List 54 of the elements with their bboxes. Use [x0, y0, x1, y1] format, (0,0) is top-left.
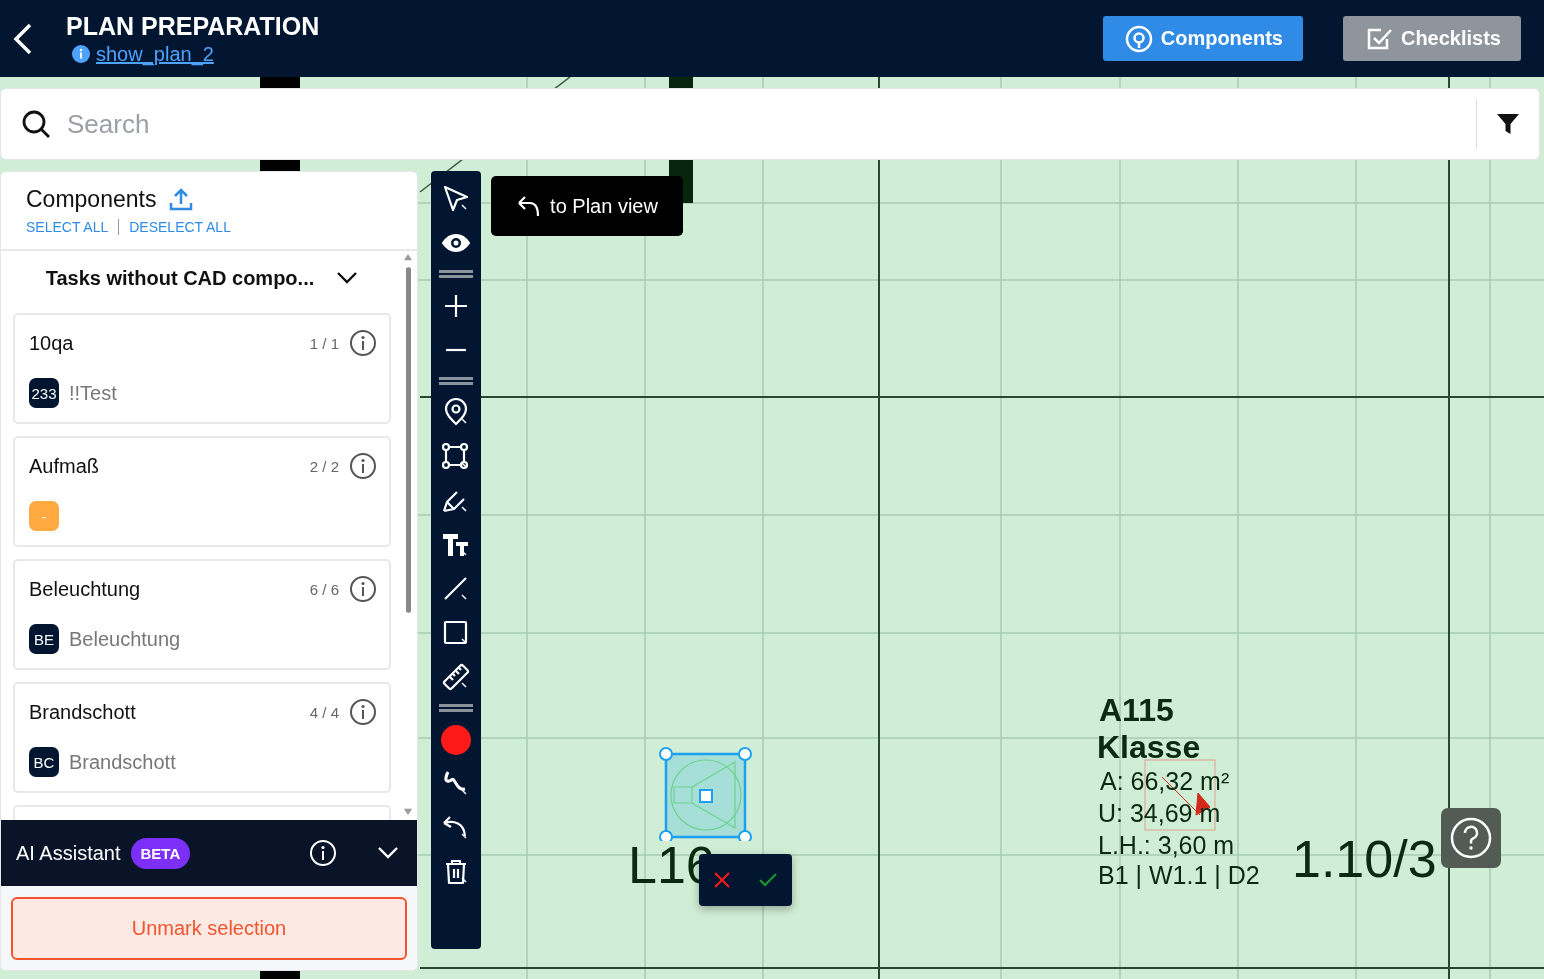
component-name: Beleuchtung — [29, 577, 142, 601]
toolbar-divider — [439, 704, 473, 712]
search-icon — [21, 109, 51, 139]
component-description: !!Test — [69, 381, 117, 405]
component-count: 2 / 2 — [309, 457, 339, 475]
component-count: 1 / 1 — [309, 334, 339, 352]
plan-link[interactable]: show_plan_2 — [96, 42, 214, 66]
ai-assistant-title[interactable]: AI Assistant — [16, 841, 121, 865]
component-name: Aufmaß — [29, 454, 101, 478]
plan-view-button[interactable]: to Plan view — [491, 176, 683, 236]
toolbar-divider — [439, 377, 473, 385]
axis-label: 1.10/3 — [1292, 829, 1437, 889]
component-card[interactable]: Brandschott 4 / 4 BC Brandschott — [13, 682, 391, 793]
component-card[interactable]: Aufmaß 2 / 2 - — [13, 436, 391, 547]
search-bar[interactable]: Search — [0, 88, 1540, 160]
component-name: 10qa — [29, 331, 75, 355]
selected-symbol[interactable] — [659, 747, 753, 841]
group-title[interactable]: Tasks without CAD compo... — [45, 266, 315, 290]
close-icon[interactable] — [712, 871, 731, 889]
room-number: A115 — [1099, 692, 1174, 729]
component-card[interactable]: Beleuchtung 6 / 6 BE Beleuchtung — [13, 559, 391, 670]
chevron-down-icon[interactable] — [336, 271, 359, 285]
component-tag: BE — [29, 624, 59, 654]
page-title: PLAN PREPARATION — [66, 11, 321, 41]
component-count: 4 / 4 — [309, 703, 339, 721]
room-name: Klasse — [1097, 729, 1201, 766]
search-field[interactable]: Search — [65, 107, 1476, 141]
help-button[interactable] — [1441, 808, 1501, 868]
component-tag: BC — [29, 747, 59, 777]
location-pin-icon — [1124, 24, 1153, 53]
info-icon[interactable] — [349, 698, 377, 726]
check-icon[interactable] — [758, 872, 779, 888]
component-description: Beleuchtung — [69, 627, 181, 651]
component-count: 6 / 6 — [309, 580, 339, 598]
deselect-all-link[interactable]: DESELECT ALL — [129, 219, 231, 235]
select-all-link[interactable]: SELECT ALL — [26, 219, 109, 235]
toolbar-divider — [439, 270, 473, 278]
component-name: Brandschott — [29, 700, 137, 724]
info-icon[interactable] — [349, 329, 377, 357]
component-description: Brandschott — [69, 750, 176, 774]
beta-badge: BETA — [130, 837, 191, 869]
room-finishes: B1 | W1.1 | D2 — [1098, 861, 1260, 890]
component-tag: 233 — [29, 378, 59, 408]
upload-icon[interactable] — [168, 186, 195, 213]
info-icon[interactable] — [349, 575, 377, 603]
filter-icon[interactable] — [1496, 112, 1520, 136]
component-tag: - — [29, 501, 59, 531]
panel-title: Components — [26, 186, 157, 213]
room-height: L.H.: 3,60 m — [1098, 831, 1235, 860]
info-icon — [72, 45, 90, 63]
components-button[interactable]: Components — [1102, 16, 1303, 61]
component-card[interactable]: 10qa 1 / 1 233 !!Test — [13, 313, 391, 424]
room-perimeter: U: 34,69 m — [1098, 799, 1221, 828]
info-icon[interactable] — [349, 452, 377, 480]
